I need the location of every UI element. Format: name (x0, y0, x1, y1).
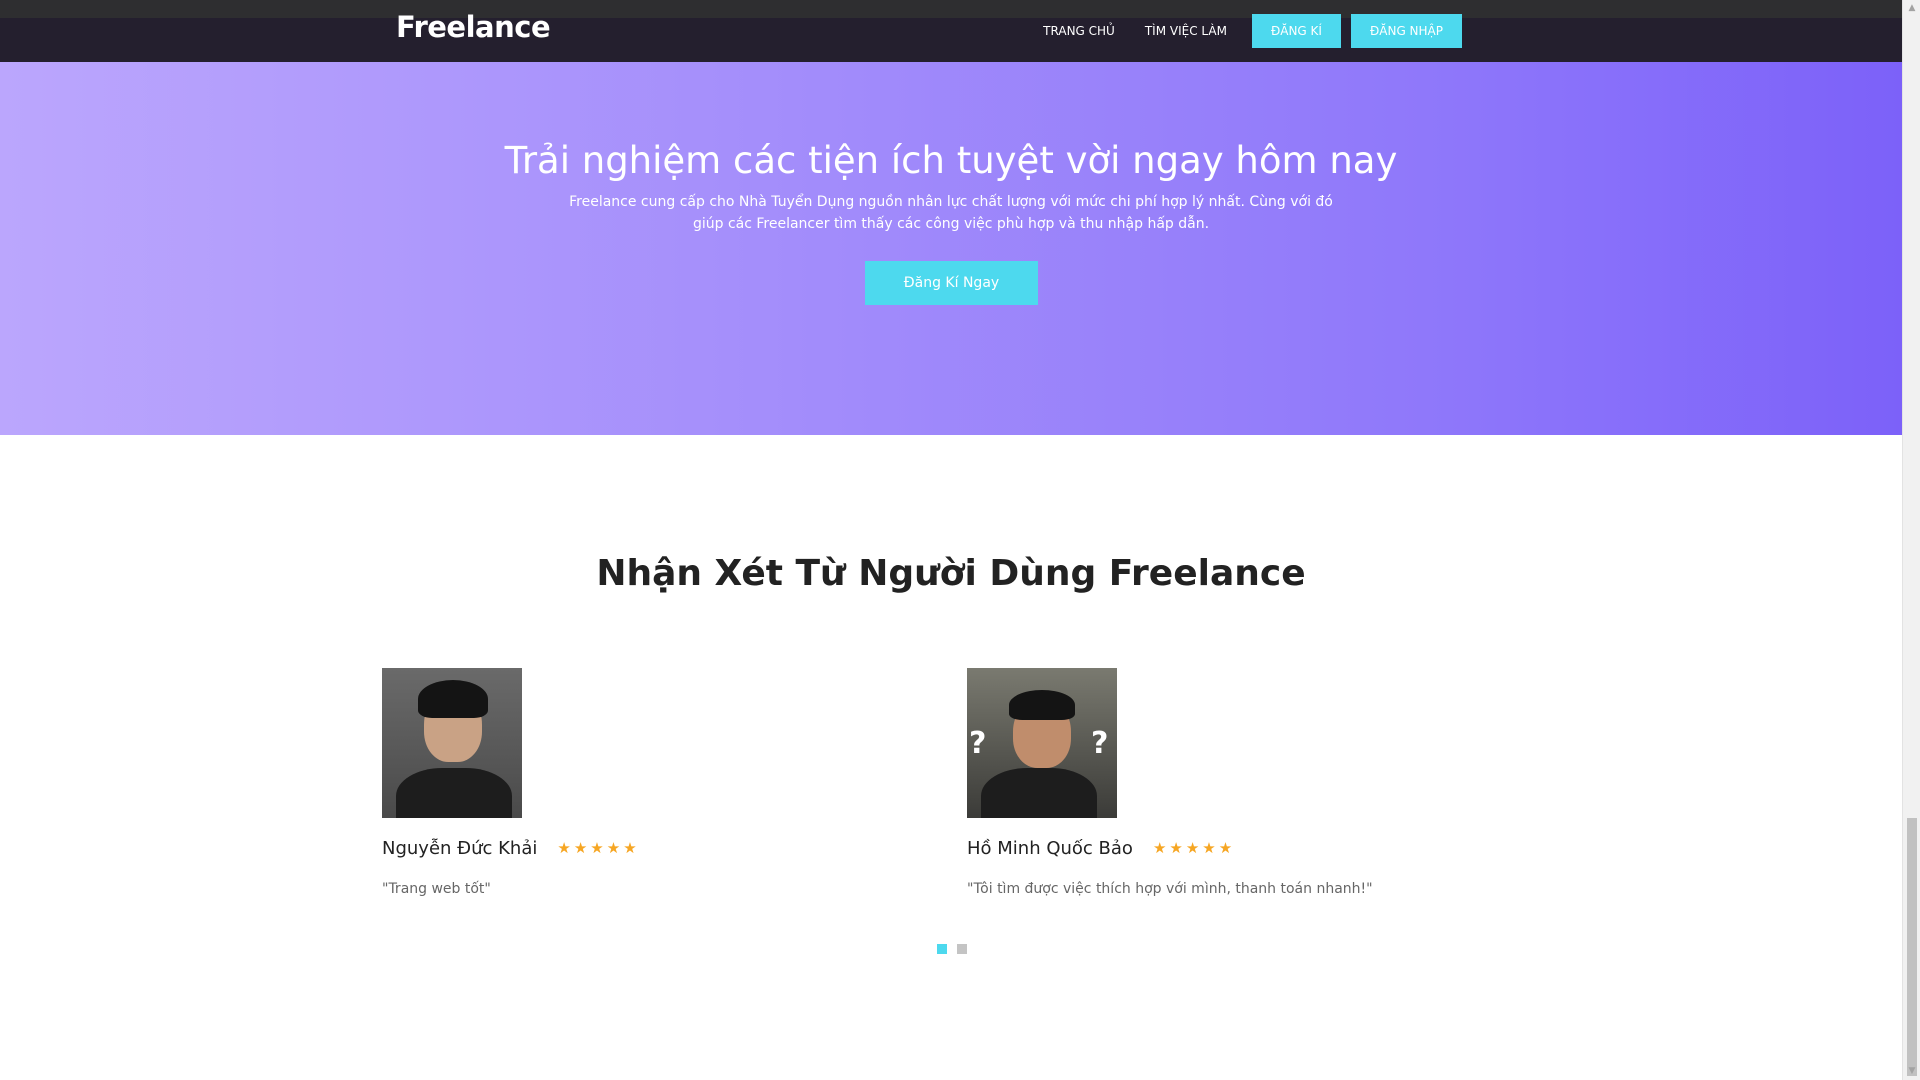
carousel-dot-1[interactable] (937, 944, 947, 954)
reviewer-name: Nguyễn Đức Khải (382, 838, 538, 859)
question-mark-decoration: ? (1091, 726, 1109, 761)
register-button[interactable]: ĐĂNG KÍ (1251, 14, 1341, 48)
scroll-down-arrow-icon[interactable]: ▼ (1903, 1063, 1920, 1080)
hero-description: Freelance cung cấp cho Nhà Tuyển Dụng ng… (569, 194, 1333, 232)
testimonial-card: Nguyễn Đức Khải ★ ★ ★ ★ ★ "Trang web tốt… (382, 668, 637, 897)
star-icon: ★ (606, 839, 621, 857)
nav-links: TRANG CHỦ TÌM VIỆC LÀM ĐĂNG KÍ ĐĂNG NHẬP (1028, 14, 1462, 48)
nav-link-find-jobs[interactable]: TÌM VIỆC LÀM (1130, 14, 1242, 48)
register-now-button[interactable]: Đăng Kí Ngay (865, 261, 1038, 305)
reviewer-name: Hồ Minh Quốc Bảo (967, 838, 1133, 859)
scrollbar-thumb[interactable] (1907, 818, 1917, 1076)
nav-link-home[interactable]: TRANG CHỦ (1028, 14, 1130, 48)
testimonial-card: ? ? Hồ Minh Quốc Bảo ★ ★ ★ ★ ★ "Tôi tìm … (967, 668, 1373, 897)
browser-top-strip (0, 0, 1902, 18)
star-icon: ★ (573, 839, 588, 857)
star-icon: ★ (623, 839, 637, 857)
star-icon: ★ (1169, 839, 1183, 857)
review-quote: "Trang web tốt" (382, 881, 491, 897)
review-quote: "Tôi tìm được việc thích hợp với mình, t… (967, 881, 1373, 897)
star-icon: ★ (590, 839, 604, 857)
top-navbar: Freelance TRANG CHỦ TÌM VIỆC LÀM ĐĂNG KÍ… (0, 0, 1902, 62)
avatar (382, 668, 522, 818)
star-icon: ★ (1152, 839, 1167, 857)
carousel-dot-2[interactable] (957, 944, 967, 954)
star-icon: ★ (1202, 839, 1216, 857)
star-icon: ★ (1218, 839, 1233, 857)
brand-logo[interactable]: Freelance (396, 10, 551, 44)
login-button[interactable]: ĐĂNG NHẬP (1350, 14, 1462, 48)
testimonials-title: Nhận Xét Từ Người Dùng Freelance (596, 553, 1306, 594)
hero-section: Trải nghiệm các tiện ích tuyệt vời ngay … (0, 62, 1902, 435)
star-icon: ★ (1185, 839, 1200, 857)
question-mark-decoration: ? (969, 726, 987, 761)
rating-stars: ★ ★ ★ ★ ★ (557, 841, 636, 856)
star-icon: ★ (557, 839, 571, 857)
carousel-pagination (937, 944, 967, 954)
scroll-up-arrow-icon[interactable]: ▲ (1903, 0, 1920, 17)
page-scrollbar[interactable]: ▲ ▼ (1902, 0, 1920, 1080)
avatar: ? ? (967, 668, 1117, 818)
hero-title: Trải nghiệm các tiện ích tuyệt vời ngay … (504, 139, 1398, 182)
rating-stars: ★ ★ ★ ★ ★ (1153, 841, 1232, 856)
